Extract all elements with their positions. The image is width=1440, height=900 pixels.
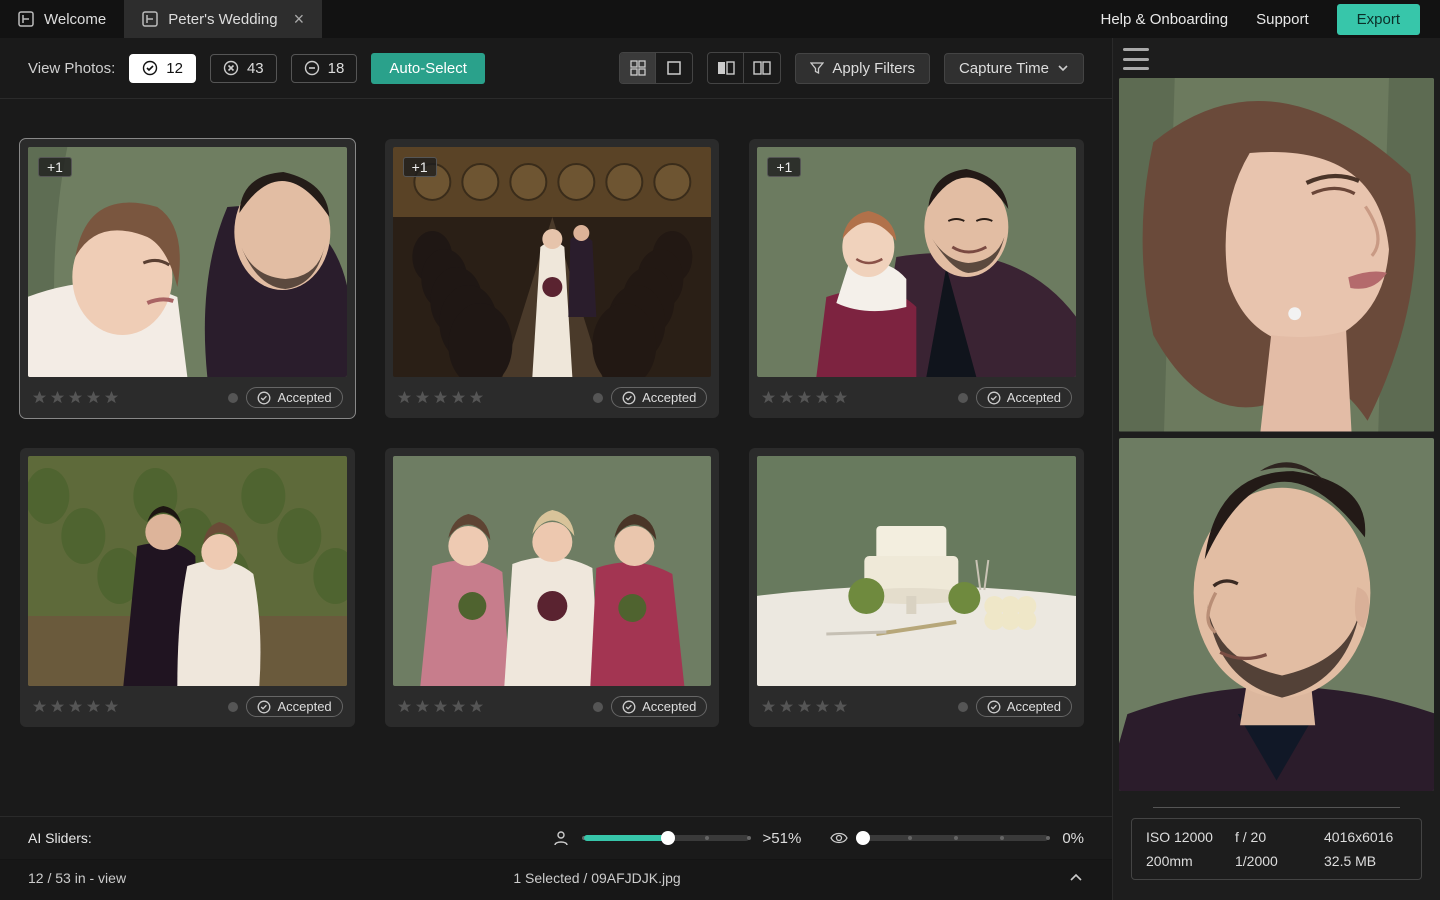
photo-thumbnail[interactable]: [757, 456, 1076, 686]
detail-image-1[interactable]: [1119, 78, 1434, 432]
app-logo-icon: [142, 11, 158, 27]
photo-thumbnail[interactable]: [393, 456, 712, 686]
status-label: Accepted: [277, 390, 331, 405]
filter-rejected[interactable]: 43: [210, 54, 277, 83]
photo-card[interactable]: Accepted: [385, 448, 720, 727]
tab-welcome-label: Welcome: [44, 11, 106, 28]
rejected-count: 43: [247, 60, 264, 77]
meta-focal: 200mm: [1146, 853, 1229, 869]
rating-stars[interactable]: [32, 699, 119, 714]
minus-circle-icon: [304, 60, 320, 76]
chevron-down-icon: [1057, 62, 1069, 74]
color-label-dot[interactable]: [593, 702, 603, 712]
visibility-value: 0%: [1062, 830, 1084, 847]
color-label-dot[interactable]: [593, 393, 603, 403]
visibility-slider[interactable]: [863, 835, 1048, 841]
filter-accepted[interactable]: 12: [129, 54, 196, 83]
status-label: Accepted: [642, 390, 696, 405]
support-link[interactable]: Support: [1256, 11, 1309, 28]
stack-count-badge: +1: [767, 157, 801, 177]
status-left: 12 / 53 in - view: [28, 870, 126, 886]
single-view-icon[interactable]: [656, 53, 692, 83]
close-icon[interactable]: ×: [294, 9, 305, 30]
photo-card[interactable]: +1 Accepted: [385, 139, 720, 418]
view-mode-toggle: [619, 52, 693, 84]
color-label-dot[interactable]: [228, 702, 238, 712]
ai-sliders-label: AI Sliders:: [28, 830, 92, 846]
status-badge[interactable]: Accepted: [976, 696, 1072, 717]
x-circle-icon: [223, 60, 239, 76]
status-badge[interactable]: Accepted: [976, 387, 1072, 408]
stack-count-badge: +1: [38, 157, 72, 177]
apply-filters-label: Apply Filters: [832, 60, 915, 77]
status-badge[interactable]: Accepted: [246, 696, 342, 717]
photo-thumbnail[interactable]: +1: [393, 147, 712, 377]
check-circle-icon: [257, 391, 271, 405]
photo-thumbnail[interactable]: +1: [28, 147, 347, 377]
photo-thumbnail[interactable]: [28, 456, 347, 686]
status-center: 1 Selected / 09AFJDJK.jpg: [146, 870, 1048, 886]
status-label: Accepted: [277, 699, 331, 714]
sort-dropdown[interactable]: Capture Time: [944, 53, 1084, 84]
check-circle-icon: [987, 391, 1001, 405]
stack-count-badge: +1: [403, 157, 437, 177]
pending-count: 18: [328, 60, 345, 77]
tab-welcome[interactable]: Welcome: [0, 0, 124, 38]
status-label: Accepted: [1007, 390, 1061, 405]
meta-dimensions: 4016x6016: [1324, 829, 1407, 845]
person-icon: [552, 829, 570, 847]
status-badge[interactable]: Accepted: [246, 387, 342, 408]
detail-image-2[interactable]: [1119, 438, 1434, 792]
compare-toggle: [707, 52, 781, 84]
threshold-value: >51%: [763, 830, 802, 847]
filter-pending[interactable]: 18: [291, 54, 358, 83]
sort-label: Capture Time: [959, 60, 1049, 77]
rating-stars[interactable]: [761, 699, 848, 714]
app-logo-icon: [18, 11, 34, 27]
status-label: Accepted: [642, 699, 696, 714]
meta-size: 32.5 MB: [1324, 853, 1407, 869]
apply-filters-button[interactable]: Apply Filters: [795, 53, 930, 84]
auto-select-button[interactable]: Auto-Select: [371, 53, 485, 84]
check-circle-icon: [987, 700, 1001, 714]
person-threshold-slider[interactable]: [584, 835, 749, 841]
check-circle-icon: [622, 700, 636, 714]
view-photos-label: View Photos:: [28, 60, 115, 77]
status-label: Accepted: [1007, 699, 1061, 714]
check-circle-icon: [622, 391, 636, 405]
export-button[interactable]: Export: [1337, 4, 1420, 35]
meta-iso: ISO 12000: [1146, 829, 1229, 845]
check-circle-icon: [142, 60, 158, 76]
eye-icon: [829, 829, 849, 847]
compare-split-icon[interactable]: [744, 53, 780, 83]
photo-thumbnail[interactable]: +1: [757, 147, 1076, 377]
rating-stars[interactable]: [761, 390, 848, 405]
tab-project[interactable]: Peter's Wedding ×: [124, 0, 322, 38]
meta-shutter: 1/2000: [1235, 853, 1318, 869]
check-circle-icon: [257, 700, 271, 714]
rating-stars[interactable]: [32, 390, 119, 405]
accepted-count: 12: [166, 60, 183, 77]
photo-card[interactable]: +1 Accepted: [749, 139, 1084, 418]
color-label-dot[interactable]: [958, 702, 968, 712]
color-label-dot[interactable]: [958, 393, 968, 403]
status-badge[interactable]: Accepted: [611, 387, 707, 408]
meta-aperture: f / 20: [1235, 829, 1318, 845]
status-badge[interactable]: Accepted: [611, 696, 707, 717]
color-label-dot[interactable]: [228, 393, 238, 403]
photo-card[interactable]: Accepted: [20, 448, 355, 727]
grid-view-icon[interactable]: [620, 53, 656, 83]
filter-icon: [810, 61, 824, 75]
metadata-box: ISO 12000 f / 20 4016x6016 200mm 1/2000 …: [1131, 818, 1422, 880]
photo-card[interactable]: +1 Accepted: [20, 139, 355, 418]
rating-stars[interactable]: [397, 390, 484, 405]
panel-menu-icon[interactable]: [1123, 48, 1149, 70]
tab-project-label: Peter's Wedding: [168, 11, 277, 28]
compare-left-icon[interactable]: [708, 53, 744, 83]
photo-card[interactable]: Accepted: [749, 448, 1084, 727]
rating-stars[interactable]: [397, 699, 484, 714]
help-link[interactable]: Help & Onboarding: [1101, 11, 1229, 28]
chevron-up-icon[interactable]: [1068, 870, 1084, 886]
